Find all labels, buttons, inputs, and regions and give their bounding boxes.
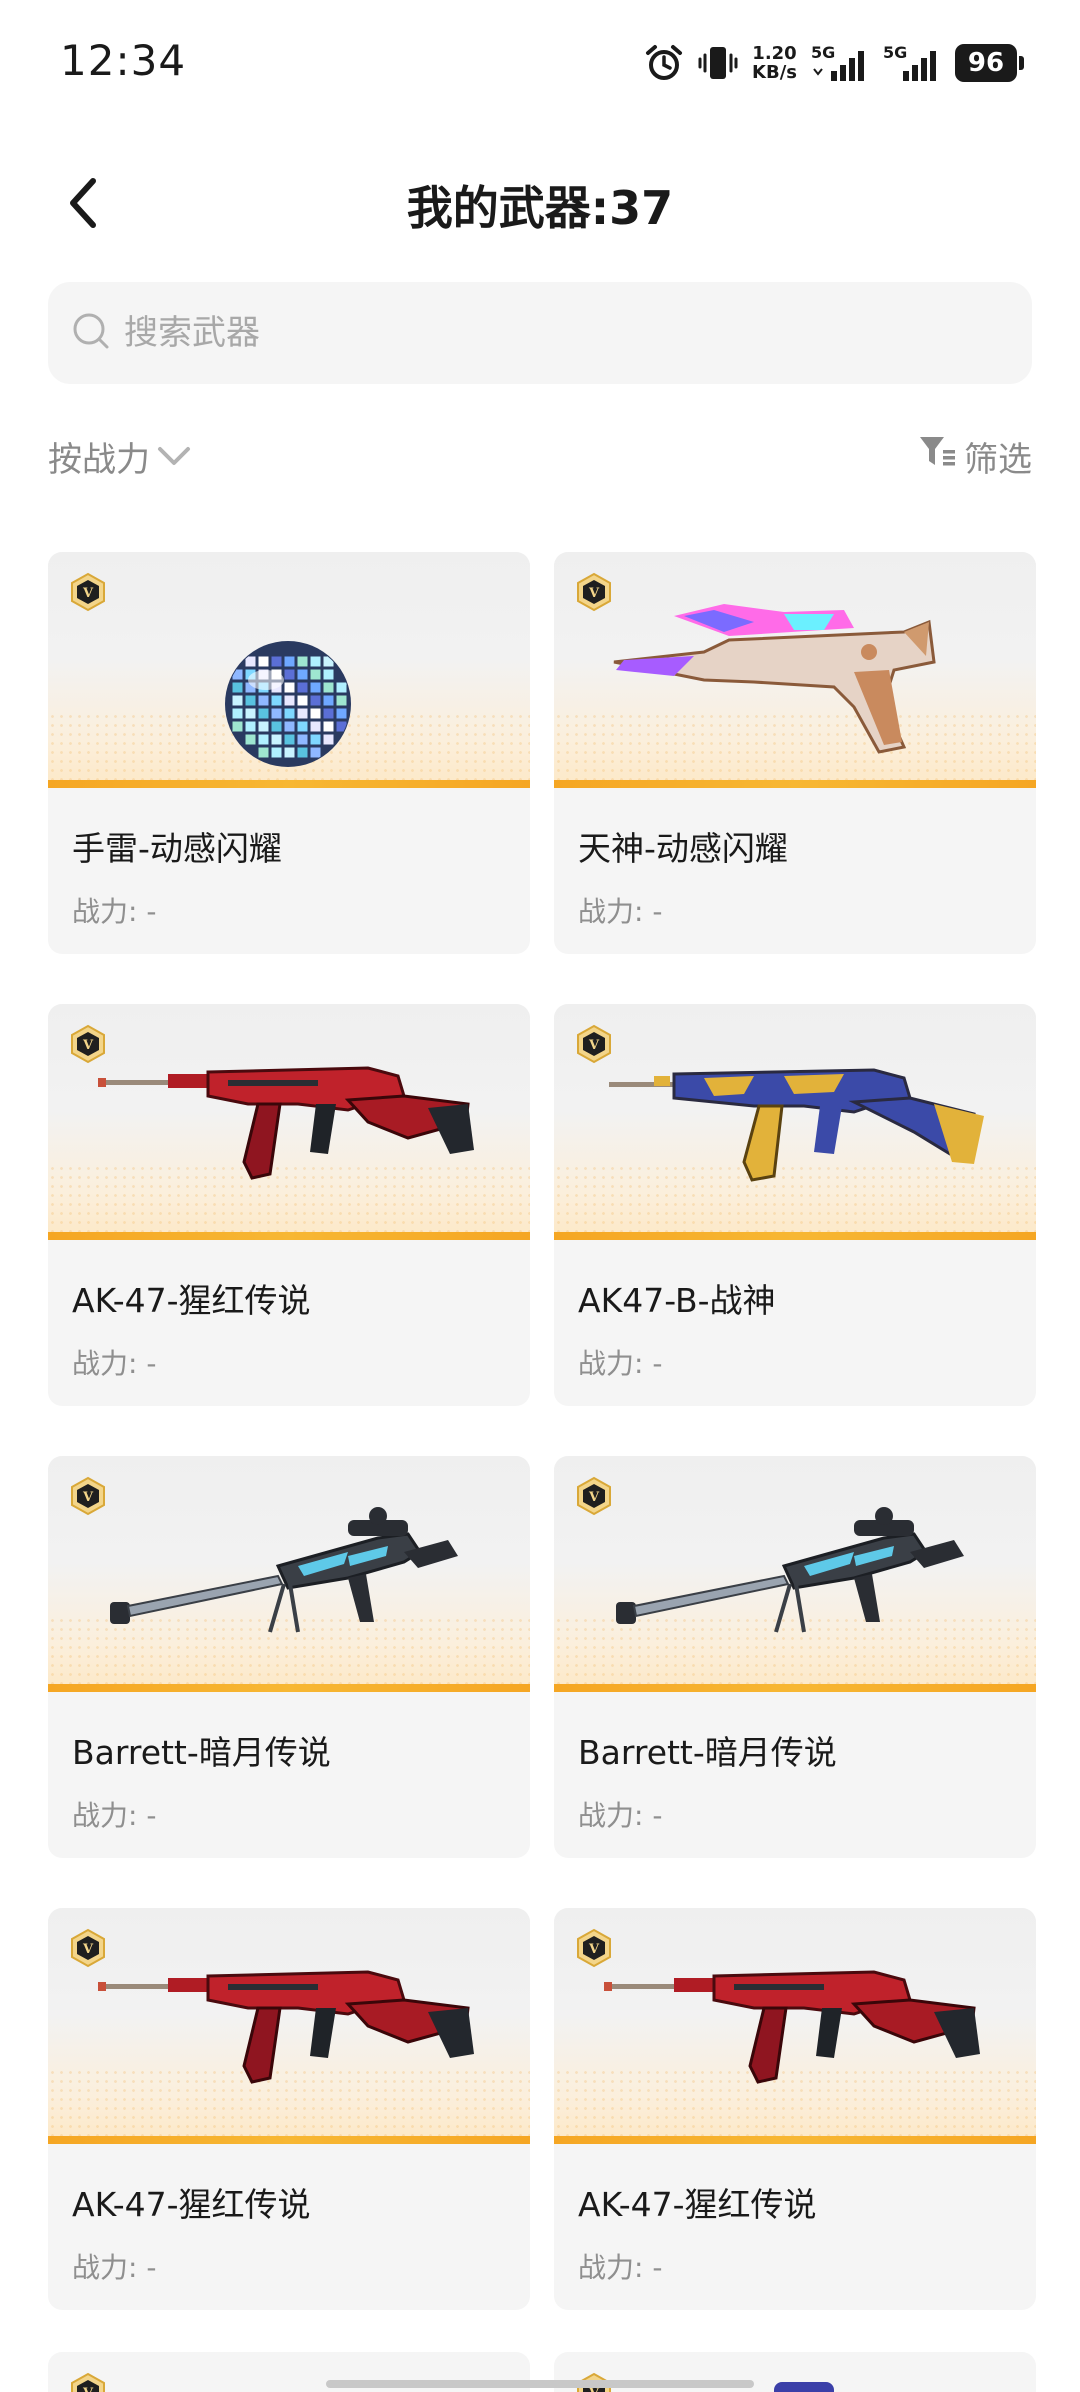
weapon-power: 战力: - (578, 895, 663, 928)
page-title: 我的武器:37 (406, 181, 674, 235)
disco-grenade-icon (225, 641, 351, 767)
sort-by-power-button[interactable]: 按战力 (48, 432, 192, 481)
weapon-card[interactable]: V 手雷-动感闪耀 战力: - (48, 552, 530, 954)
weapon-card[interactable]: V AK47-B-战神 战力: - (554, 1004, 1036, 1406)
svg-text:V: V (588, 1038, 600, 1053)
vip-badge-icon: V (71, 1024, 105, 1064)
svg-text:V: V (588, 1942, 600, 1957)
weapon-power: 战力: - (72, 895, 157, 928)
weapon-card[interactable]: V AK-47-猩红传说 战力: - (48, 1908, 530, 2310)
svg-text:V: V (82, 1942, 94, 1957)
vip-badge-icon: V (577, 572, 611, 612)
rarity-bar (554, 780, 1036, 788)
vip-badge-icon: V (577, 1928, 611, 1968)
alarm-icon (644, 43, 684, 83)
filter-icon (918, 434, 956, 479)
weapon-name: AK-47-猩红传说 (578, 2185, 817, 2224)
weapon-power: 战力: - (578, 2251, 663, 2284)
rarity-bar (554, 1232, 1036, 1240)
weapon-image: V (48, 552, 530, 788)
search-bar[interactable] (48, 282, 1032, 384)
weapon-name: AK-47-猩红传说 (72, 2185, 311, 2224)
svg-text:V: V (588, 1490, 600, 1505)
signal-icon-2: 5G (883, 43, 941, 83)
vip-badge-icon: V (71, 1928, 105, 1968)
weapon-power: 战力: - (578, 1799, 663, 1832)
vip-badge-icon: V (71, 1476, 105, 1516)
svg-text:V: V (82, 586, 94, 601)
rarity-bar (48, 780, 530, 788)
search-icon (70, 310, 124, 356)
weapon-power: 战力: - (72, 1347, 157, 1380)
weapon-name: 天神-动感闪耀 (578, 829, 788, 868)
svg-text:V: V (82, 1038, 94, 1053)
weapon-power: 战力: - (72, 2251, 157, 2284)
weapon-image: V (554, 1908, 1036, 2144)
status-time: 12:34 (60, 36, 187, 85)
battery-icon: 96 (955, 44, 1024, 82)
weapon-card[interactable]: V 天神-动感闪耀 战力: - (554, 552, 1036, 954)
desert-eagle-pistol-icon (613, 604, 936, 754)
vibrate-icon (698, 43, 738, 83)
red-ak47-rifle-icon (98, 1066, 474, 1180)
weapon-name: Barrett-暗月传说 (578, 1733, 837, 1772)
weapon-image: V (554, 552, 1036, 788)
toolbar: 按战力 筛选 (48, 432, 1032, 488)
rarity-bar (554, 2136, 1036, 2144)
network-speed-value: 1.20 (752, 43, 797, 64)
weapon-name: Barrett-暗月传说 (72, 1733, 331, 1772)
filter-button[interactable]: 筛选 (918, 432, 1032, 481)
rarity-bar (48, 1232, 530, 1240)
status-icons: 1.20 KB/s 5G 5G 96 (644, 40, 1024, 86)
rarity-bar (554, 1684, 1036, 1692)
svg-text:V: V (588, 586, 600, 601)
chevron-down-icon (156, 437, 192, 477)
red-ak47-rifle-icon (604, 1970, 980, 2084)
red-ak47-rifle-icon (98, 1970, 474, 2084)
weapon-name: 手雷-动感闪耀 (72, 829, 282, 868)
header: 我的武器:37 (0, 150, 1080, 250)
battery-level: 96 (955, 44, 1017, 82)
weapon-image: V (554, 1004, 1036, 1240)
status-bar: 12:34 1.20 KB/s 5G 5G 96 (0, 0, 1080, 130)
weapon-name: AK47-B-战神 (578, 1281, 776, 1320)
weapon-power: 战力: - (578, 1347, 663, 1380)
home-indicator[interactable] (326, 2380, 754, 2388)
weapon-image: V (554, 1456, 1036, 1692)
filter-label: 筛选 (964, 440, 1032, 480)
barrett-sniper-rifle-icon (110, 1507, 458, 1633)
gold-ak47-rifle-icon (609, 1068, 984, 1182)
rarity-bar (48, 1684, 530, 1692)
weapon-power: 战力: - (72, 1799, 157, 1832)
weapon-name: AK-47-猩红传说 (72, 1281, 311, 1320)
svg-text:V: V (82, 2386, 94, 2392)
weapon-image: V (48, 1004, 530, 1240)
search-input[interactable] (124, 313, 924, 353)
weapon-card[interactable]: V Barrett-暗月传说 战力: - (48, 1456, 530, 1858)
vip-badge-icon: V (577, 1024, 611, 1064)
barrett-sniper-rifle-icon (616, 1507, 964, 1633)
sort-label: 按战力 (48, 440, 150, 480)
weapon-card[interactable]: V Barrett-暗月传说 战力: - (554, 1456, 1036, 1858)
vip-badge-icon: V (71, 572, 105, 612)
network-speed: 1.20 KB/s (752, 44, 797, 82)
weapon-image: V (48, 1456, 530, 1692)
vip-badge-icon: V (577, 1476, 611, 1516)
weapon-card[interactable]: V AK-47-猩红传说 战力: - (48, 1004, 530, 1406)
weapon-card[interactable]: V AK-47-猩红传说 战力: - (554, 1908, 1036, 2310)
svg-text:V: V (82, 1490, 94, 1505)
signal-icon: 5G (811, 43, 869, 83)
rarity-bar (48, 2136, 530, 2144)
network-speed-unit: KB/s (752, 62, 797, 83)
battery-tip (1019, 56, 1024, 70)
weapon-image: V (48, 1908, 530, 2144)
